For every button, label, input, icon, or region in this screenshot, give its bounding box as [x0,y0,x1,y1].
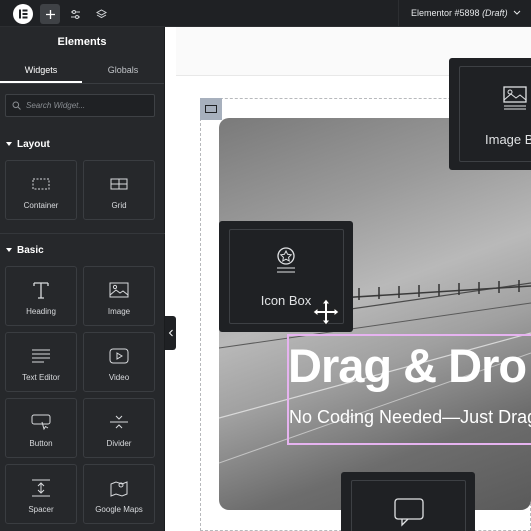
top-bar: Elementor #5898 (Draft) [0,0,531,27]
map-icon [110,481,128,497]
move-cursor-icon [312,298,340,326]
container-icon [205,105,217,113]
widget-label: Divider [106,439,132,448]
caret-down-icon [6,248,12,253]
widget-label: Text Editor [22,373,60,382]
icon-box-icon [277,247,295,273]
section-basic-header[interactable]: Basic [6,245,44,256]
caret-down-icon [6,142,12,147]
widget-label: Heading [26,307,56,316]
hero-title[interactable]: Drag & Dro [288,338,527,393]
image-box-icon [503,86,527,110]
document-title: Elementor #5898 [411,8,480,18]
chevron-left-icon [168,329,173,337]
widget-text-editor[interactable]: Text Editor [5,332,77,392]
document-title-dropdown[interactable]: Elementor #5898 (Draft) [398,0,531,27]
search-icon [12,101,21,110]
widget-google-maps[interactable]: Google Maps [83,464,155,524]
search-widget-input[interactable]: Search Widget... [5,94,155,117]
widget-button[interactable]: Button [5,398,77,458]
widget-label: Spacer [28,505,54,514]
panel-tabs: Widgets Globals [0,57,164,84]
widget-label: Grid [111,201,127,210]
document-status: (Draft) [482,8,508,18]
widget-label: Image [107,307,131,316]
widget-container[interactable]: Container [5,160,77,220]
widget-label: Video [108,373,130,382]
widget-video[interactable]: Video [83,332,155,392]
hero-subtitle[interactable]: No Coding Needed—Just Drag [289,407,531,428]
dragging-widget-image-box[interactable]: Image B [449,58,531,170]
structure-button[interactable] [91,4,111,24]
plus-icon [45,9,55,19]
widget-label: Image B [485,132,531,147]
container-handle[interactable] [200,98,222,120]
tab-widgets[interactable]: Widgets [0,57,82,83]
divider-icon [110,415,128,429]
sliders-icon [70,9,80,19]
video-icon [109,348,129,364]
text-editor-icon [32,349,50,363]
collapse-panel-button[interactable] [165,316,176,350]
widget-spacer[interactable]: Spacer [5,464,77,524]
widget-label: Container [23,201,59,210]
add-element-button[interactable] [40,4,60,24]
layers-icon [95,8,107,18]
container-icon [32,178,50,190]
section-label: Basic [17,245,44,256]
panel-title: Elements [57,36,107,48]
elementor-logo-icon[interactable] [13,4,33,24]
section-label: Layout [17,139,50,150]
widget-label: Google Maps [95,505,143,514]
widget-label: Button [29,439,53,448]
heading-icon [33,282,49,299]
site-settings-button[interactable] [65,4,85,24]
spacer-icon [32,479,50,497]
image-icon [109,282,129,298]
tab-globals[interactable]: Globals [82,57,164,83]
widget-image[interactable]: Image [83,266,155,326]
widget-divider[interactable]: Divider [83,398,155,458]
grid-icon [110,178,128,190]
widget-heading[interactable]: Heading [5,266,77,326]
speech-bubble-icon [394,498,424,527]
elementor-editor: Elementor #5898 (Draft) Elements Widgets… [0,0,531,531]
elements-panel: Elements Widgets Globals Search Widget..… [0,27,165,531]
section-divider [0,233,165,234]
widget-grid[interactable]: Grid [83,160,155,220]
section-layout-header[interactable]: Layout [6,139,50,150]
search-placeholder: Search Widget... [26,101,86,110]
dragging-widget-testimonial[interactable] [341,472,475,531]
button-icon [31,414,51,430]
chevron-down-icon [513,10,521,15]
